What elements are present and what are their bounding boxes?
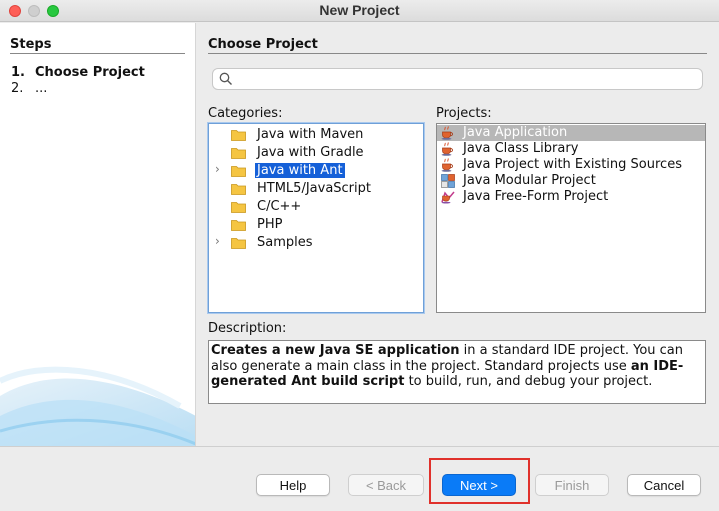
window-title: New Project: [319, 2, 400, 18]
java-modular-icon: [441, 174, 455, 188]
category-item[interactable]: › Samples: [209, 234, 423, 252]
project-item[interactable]: Java Class Library: [437, 141, 705, 157]
java-coffee-cup-icon: [441, 142, 453, 156]
project-label: Java Project with Existing Sources: [463, 157, 682, 172]
chevron-right-icon[interactable]: ›: [215, 162, 220, 176]
category-label: PHP: [257, 217, 283, 232]
step-label: Choose Project: [35, 65, 145, 80]
project-label: Java Free-Form Project: [463, 189, 609, 204]
projects-label: Projects:: [436, 106, 492, 121]
category-item[interactable]: HTML5/JavaScript: [209, 180, 423, 198]
steps-title: Steps: [10, 37, 52, 52]
cancel-button[interactable]: Cancel: [627, 474, 701, 496]
search-icon: [219, 72, 232, 85]
category-label: Java with Maven: [257, 127, 364, 142]
java-freeform-icon: [441, 191, 455, 204]
step-label: ...: [35, 81, 48, 96]
project-item[interactable]: Java Modular Project: [437, 173, 705, 189]
categories-label: Categories:: [208, 106, 283, 121]
description-label: Description:: [208, 321, 287, 336]
decorative-swoosh-graphic: [0, 366, 195, 446]
step-1: 1. Choose Project: [11, 65, 145, 80]
category-label: HTML5/JavaScript: [257, 181, 371, 196]
button-bar-divider: [0, 446, 719, 447]
category-label: Java with Gradle: [257, 145, 364, 160]
categories-list[interactable]: Java with Maven Java with Gradle › Java wit…: [208, 123, 424, 313]
finish-button[interactable]: Finish: [535, 474, 609, 496]
category-label: C/C++: [257, 199, 302, 214]
help-button[interactable]: Help: [256, 474, 330, 496]
category-item[interactable]: Java with Maven: [209, 126, 423, 144]
title-divider: [208, 53, 707, 54]
folder-icon: [231, 202, 246, 213]
category-item[interactable]: › Java with Ant: [209, 162, 423, 180]
search-input[interactable]: [212, 68, 703, 90]
category-item[interactable]: Java with Gradle: [209, 144, 423, 162]
back-button[interactable]: < Back: [348, 474, 424, 496]
java-coffee-cup-icon: [441, 126, 453, 140]
project-label: Java Class Library: [463, 141, 579, 156]
java-coffee-cup-icon: [441, 158, 453, 172]
title-bar: New Project: [0, 0, 719, 22]
next-button[interactable]: Next >: [442, 474, 516, 496]
category-label: Java with Ant: [255, 163, 345, 178]
folder-icon: [231, 220, 246, 231]
project-item[interactable]: Java Free-Form Project: [437, 189, 705, 205]
step-2: 2....: [11, 81, 48, 96]
project-item[interactable]: Java Application: [437, 125, 705, 141]
folder-icon: [231, 166, 246, 177]
steps-divider: [10, 53, 185, 54]
description-text: Creates a new Java SE application in a s…: [208, 340, 706, 404]
steps-panel: Steps 1. Choose Project 2....: [0, 23, 196, 446]
folder-icon: [231, 130, 246, 141]
project-label: Java Application: [463, 125, 568, 140]
category-item[interactable]: PHP: [209, 216, 423, 234]
category-label: Samples: [257, 235, 313, 250]
folder-icon: [231, 238, 246, 249]
project-item[interactable]: Java Project with Existing Sources: [437, 157, 705, 173]
page-title: Choose Project: [208, 37, 318, 52]
folder-icon: [231, 184, 246, 195]
category-item[interactable]: C/C++: [209, 198, 423, 216]
chevron-right-icon[interactable]: ›: [215, 234, 220, 248]
folder-icon: [231, 148, 246, 159]
project-label: Java Modular Project: [463, 173, 596, 188]
projects-list[interactable]: Java Application Java Class Library Java P…: [436, 123, 706, 313]
